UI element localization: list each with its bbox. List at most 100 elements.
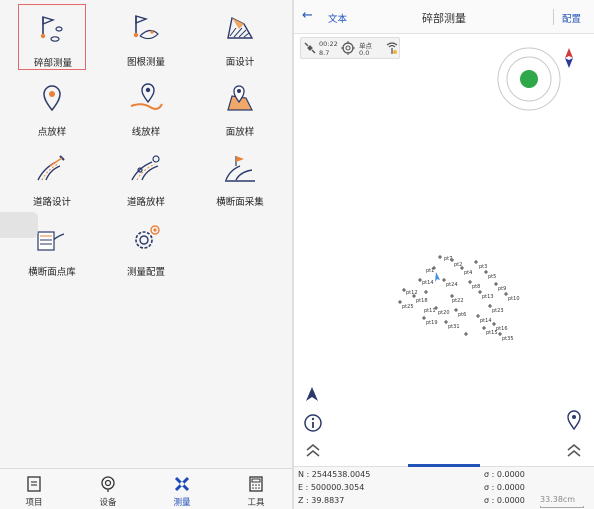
- menu-item-area-stakeout[interactable]: 面放样: [206, 74, 274, 142]
- svg-text:pt5: pt5: [488, 274, 496, 280]
- pdop-value: 8.7: [319, 49, 330, 57]
- menu-item-label: 道路设计: [32, 197, 71, 208]
- menu-item-road-design[interactable]: 道路设计: [18, 144, 86, 212]
- map-scale-bar: [540, 506, 584, 508]
- floating-drag-handle[interactable]: [0, 212, 38, 238]
- menu-item-label: 图根测量: [126, 57, 165, 68]
- svg-text:pt2: pt2: [454, 262, 462, 268]
- expand-up-icon[interactable]: [566, 442, 582, 458]
- panel-handle[interactable]: [408, 464, 480, 467]
- sigma-n-value: σ : 0.0000: [484, 470, 525, 479]
- menu-item-label: 面放样: [225, 127, 255, 138]
- menu-item-traverse-survey[interactable]: 图根测量: [112, 4, 180, 72]
- config-button[interactable]: 配置: [562, 11, 581, 25]
- svg-text:pt12: pt12: [406, 290, 418, 296]
- menu-item-label: 点放样: [37, 127, 67, 138]
- point-stakeout-icon: [43, 85, 61, 112]
- map-scale: 33.38cm: [540, 495, 584, 508]
- signal-icon: [386, 42, 398, 54]
- menu-item-cross-section-collect[interactable]: 横断面采集: [206, 144, 274, 212]
- nav-device-label: 设备: [99, 498, 117, 508]
- tool-menu-panel: 碎部测量 图根测量 面设计 点放样 线放样 面放样 道路设计 道路放样 横断面采…: [0, 0, 292, 509]
- menu-item-line-stakeout[interactable]: 线放样: [112, 74, 180, 142]
- svg-text:pt13: pt13: [482, 294, 494, 300]
- svg-text:pt16: pt16: [496, 326, 508, 332]
- map-scale-label: 33.38cm: [540, 495, 576, 504]
- expand-up-icon[interactable]: [305, 442, 321, 458]
- menu-item-detail-survey[interactable]: 碎部测量: [18, 4, 86, 70]
- navigation-arrow-icon[interactable]: [304, 386, 320, 402]
- nav-tools-label: 工具: [247, 498, 265, 508]
- menu-item-road-stakeout[interactable]: 道路放样: [112, 144, 180, 212]
- nav-survey[interactable]: 测量: [152, 473, 212, 509]
- nav-survey-label: 测量: [173, 498, 191, 508]
- svg-text:pt14: pt14: [480, 318, 492, 324]
- svg-text:pt24: pt24: [446, 282, 458, 288]
- svg-text:pt6: pt6: [458, 312, 466, 318]
- svg-text:pt7: pt7: [444, 256, 452, 262]
- position-target-icon: [341, 41, 355, 55]
- road-design-icon: [37, 155, 65, 181]
- menu-item-survey-config[interactable]: 测量配置: [112, 214, 180, 282]
- menu-item-area-design[interactable]: 面设计: [206, 4, 274, 72]
- menu-item-label: 横断面点库: [28, 267, 76, 278]
- nav-tools[interactable]: 工具: [226, 473, 286, 509]
- north-arrow-icon[interactable]: [564, 48, 574, 68]
- survey-icon: [174, 476, 190, 492]
- svg-text:pt19: pt19: [426, 320, 438, 326]
- nav-project[interactable]: 项目: [4, 473, 64, 509]
- menu-item-label: 道路放样: [126, 197, 165, 208]
- current-position-icon: [435, 272, 440, 282]
- nav-project-label: 项目: [25, 498, 43, 508]
- svg-text:pt10: pt10: [508, 296, 520, 302]
- location-pin-icon[interactable]: [566, 410, 582, 430]
- gnss-status-bar[interactable]: 00:22 8.7 单点 0.0: [300, 37, 400, 59]
- cross-section-library-icon: [37, 231, 65, 251]
- satellite-icon: [304, 42, 316, 54]
- survey-header: ← 文本 碎部测量 配置: [294, 0, 594, 34]
- gnss-fix-indicator: [497, 47, 561, 111]
- menu-item-label: 线放样: [131, 127, 161, 138]
- satellite-count: 00:22: [319, 40, 338, 48]
- nav-device[interactable]: 设备: [78, 473, 138, 509]
- detail-survey-screen: ← 文本 碎部测量 配置 00:22 8.7 单点 0.0 pt7 pt2 pt…: [294, 0, 594, 509]
- flag-point-survey-icon: [40, 16, 63, 42]
- menu-item-label: 横断面采集: [216, 197, 264, 208]
- area-stakeout-icon: [227, 85, 253, 111]
- svg-text:pt9: pt9: [498, 286, 506, 292]
- svg-text:pt11: pt11: [424, 308, 436, 314]
- road-stakeout-icon: [131, 155, 160, 181]
- bottom-nav: 项目 设备 测量 工具: [0, 468, 292, 509]
- svg-text:pt22: pt22: [452, 298, 464, 304]
- menu-item-label: 面设计: [225, 57, 255, 68]
- coordinate-panel: N : 2544538.0045 E : 500000.3054 Z : 39.…: [294, 464, 594, 509]
- svg-text:pt14: pt14: [422, 280, 434, 286]
- sigma-z-value: σ : 0.0000: [484, 496, 525, 505]
- sigma-e-value: σ : 0.0000: [484, 483, 525, 492]
- svg-text:pt3: pt3: [479, 264, 487, 270]
- svg-text:pt8: pt8: [472, 284, 480, 290]
- svg-text:pt18: pt18: [416, 298, 428, 304]
- elevation-value: Z : 39.8837: [298, 496, 345, 505]
- svg-text:pt25: pt25: [402, 304, 414, 310]
- survey-config-gear-icon: [135, 225, 160, 249]
- survey-points-map[interactable]: pt7 pt2 pt3 pt1 pt4 pt5 pt14 pt24 pt8 pt…: [394, 250, 534, 350]
- age-value: 0.0: [359, 49, 370, 57]
- area-design-icon: [227, 16, 254, 39]
- svg-text:pt35: pt35: [502, 336, 514, 342]
- device-icon: [101, 476, 115, 492]
- info-icon[interactable]: [304, 414, 322, 432]
- project-icon: [27, 476, 41, 492]
- line-stakeout-icon: [130, 83, 163, 110]
- svg-text:pt20: pt20: [438, 310, 450, 316]
- easting-value: E : 500000.3054: [298, 483, 365, 492]
- menu-item-label: 测量配置: [126, 267, 165, 278]
- tools-icon: [249, 476, 263, 492]
- svg-text:pt31: pt31: [448, 324, 460, 330]
- northing-value: N : 2544538.0045: [298, 470, 371, 479]
- menu-item-point-stakeout[interactable]: 点放样: [18, 74, 86, 142]
- svg-text:pt1: pt1: [426, 268, 434, 274]
- flag-traverse-survey-icon: [133, 15, 159, 40]
- page-title: 碎部测量: [422, 12, 466, 25]
- cross-section-collect-icon: [225, 156, 255, 182]
